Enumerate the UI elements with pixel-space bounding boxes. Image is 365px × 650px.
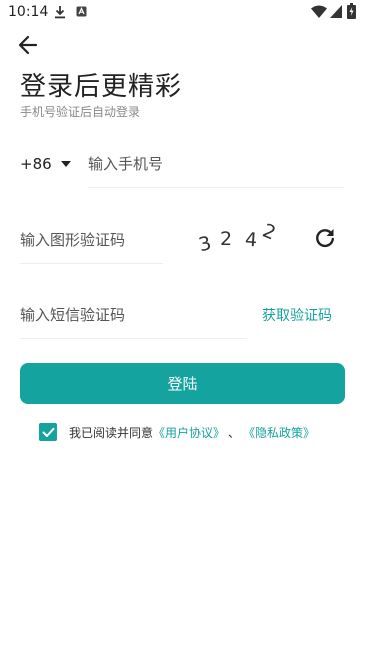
phone-underline <box>88 187 344 188</box>
battery-charging-icon <box>347 3 356 19</box>
page-subtitle: 手机号验证后自动登录 <box>20 105 141 119</box>
agreement-separator: 、 <box>228 425 241 440</box>
captcha-digit: 4 <box>244 229 258 252</box>
sms-underline <box>20 338 247 339</box>
download-icon <box>55 6 65 19</box>
status-time: 10:14 <box>8 4 49 20</box>
captcha-digit: 3 <box>197 232 214 254</box>
agreement-checkbox[interactable] <box>39 423 57 441</box>
back-arrow-icon[interactable] <box>14 32 42 58</box>
captcha-input[interactable] <box>20 227 180 253</box>
privacy-policy-link[interactable]: 《隐私政策》 <box>243 424 315 441</box>
caret-down-icon <box>60 161 71 167</box>
user-agreement-link[interactable]: 《用户协议》 <box>153 424 225 441</box>
captcha-underline <box>20 263 163 264</box>
cellular-signal-icon <box>330 5 342 18</box>
status-bar: 10:14 <box>0 0 365 26</box>
checkmark-icon <box>42 427 54 437</box>
page-title: 登录后更精彩 <box>20 72 183 102</box>
captcha-digit: 2 <box>259 222 278 244</box>
country-code: +86 <box>20 155 52 173</box>
agreement-text: 我已阅读并同意 <box>69 425 154 440</box>
get-sms-code-button[interactable]: 获取验证码 <box>262 305 332 325</box>
captcha-image[interactable]: 3 2 4 2 <box>196 222 286 254</box>
sms-code-input[interactable] <box>20 302 245 328</box>
captcha-digit: 2 <box>220 228 232 250</box>
login-button[interactable]: 登陆 <box>20 363 345 404</box>
phone-input[interactable] <box>88 151 343 177</box>
country-code-selector[interactable]: +86 <box>20 152 71 176</box>
agreement-row: 我已阅读并同意 《用户协议》 、 《隐私政策》 <box>39 422 315 442</box>
wifi-icon <box>311 5 327 18</box>
app-notification-icon <box>76 6 87 17</box>
refresh-icon[interactable] <box>313 226 337 250</box>
